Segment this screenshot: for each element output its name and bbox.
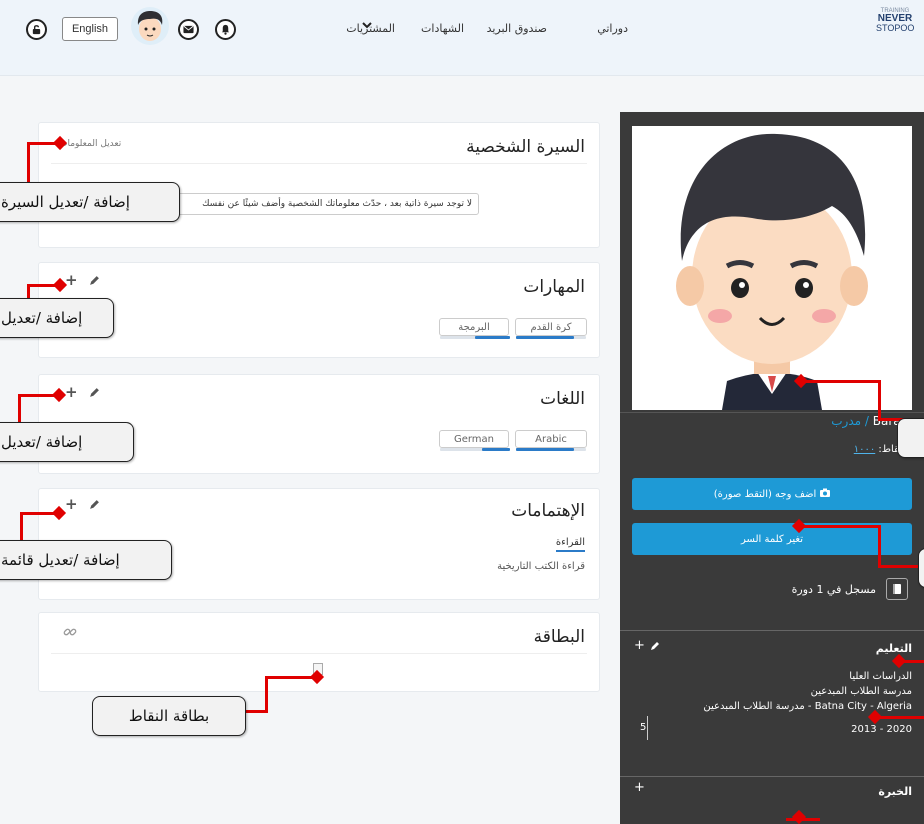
card-title: البطاقة bbox=[533, 627, 585, 647]
chevron-down-icon[interactable] bbox=[362, 20, 372, 33]
skill-pill-programming: البرمجة bbox=[439, 318, 510, 339]
language-level-bar bbox=[516, 448, 574, 451]
avatar[interactable] bbox=[131, 7, 169, 45]
site-logo[interactable]: TRAINING NEVER STOPOO bbox=[876, 8, 914, 33]
edit-icon[interactable] bbox=[89, 275, 100, 289]
divider bbox=[620, 776, 924, 777]
nav-my-courses[interactable]: دوراتي bbox=[597, 22, 628, 35]
nav-mailbox[interactable]: صندوق البريد bbox=[487, 22, 547, 35]
callout-points-card: بطاقة النقاط bbox=[92, 696, 246, 736]
skill-level-bar bbox=[516, 336, 574, 339]
add-icon[interactable]: + bbox=[634, 780, 645, 795]
education-years: 2020 - 2013 bbox=[851, 724, 912, 735]
interests-title: الإهتمامات bbox=[511, 501, 585, 521]
language-select[interactable]: English bbox=[62, 17, 118, 41]
callout-bio: إضافة /تعديل السيرة bbox=[0, 182, 180, 222]
skill-pill-football: كرة القدم bbox=[515, 318, 587, 339]
language-pill-arabic: Arabic bbox=[515, 430, 587, 451]
language-level-bar bbox=[482, 448, 510, 451]
top-header: TRAINING NEVER STOPOO دوراتي صندوق البري… bbox=[0, 0, 924, 76]
edit-icon[interactable] bbox=[89, 387, 100, 401]
education-title: التعليم bbox=[875, 642, 912, 655]
interests-tab-reading[interactable]: القراءة bbox=[555, 537, 585, 552]
bio-title: السيرة الشخصية bbox=[466, 137, 585, 157]
bell-icon[interactable] bbox=[215, 19, 236, 40]
education-entry: الدراسات العليا مدرسة الطلاب المبدعين Ba… bbox=[703, 671, 912, 712]
envelope-icon[interactable] bbox=[178, 19, 199, 40]
interest-item: قراءة الكتب التاريخية bbox=[497, 561, 585, 572]
profile-photo bbox=[632, 126, 912, 410]
add-face-button[interactable]: اضف وجه (التقط صورة) bbox=[632, 478, 912, 510]
level-value: 5 bbox=[640, 722, 647, 733]
divider bbox=[647, 716, 648, 740]
callout-languages: إضافة /تعديل bbox=[0, 422, 134, 462]
book-icon bbox=[886, 578, 908, 600]
add-icon[interactable]: + bbox=[65, 495, 78, 513]
experience-title: الخبرة bbox=[878, 785, 912, 798]
skills-card: المهارات + كرة القدم البرمجة bbox=[38, 262, 600, 358]
callout-sidebar-2 bbox=[918, 548, 924, 588]
nav-certificates[interactable]: الشهادات bbox=[421, 22, 464, 35]
skills-title: المهارات bbox=[523, 277, 585, 297]
add-icon[interactable]: + bbox=[634, 638, 645, 653]
camera-icon bbox=[820, 488, 831, 500]
edit-info-link[interactable]: تعديل المعلومات bbox=[59, 139, 121, 149]
divider bbox=[620, 630, 924, 631]
callout-sidebar-1 bbox=[897, 418, 924, 458]
callout-skills: إضافة /تعديل bbox=[0, 298, 114, 338]
edit-icon[interactable] bbox=[650, 640, 660, 654]
enrolled-count: مسجل في 1 دورة bbox=[791, 583, 876, 596]
languages-title: اللغات bbox=[540, 389, 585, 409]
unlock-icon[interactable] bbox=[26, 19, 47, 40]
bio-empty-message: لا توجد سيرة ذاتية بعد ، حدّث معلوماتك ا… bbox=[149, 193, 479, 215]
language-pill-german: German bbox=[439, 430, 510, 451]
edit-icon[interactable] bbox=[89, 499, 100, 513]
add-icon[interactable]: + bbox=[65, 271, 78, 289]
add-icon[interactable]: + bbox=[65, 383, 78, 401]
callout-interests: إضافة /تعديل قائمة bbox=[0, 540, 172, 580]
skill-level-bar bbox=[475, 336, 510, 339]
link-icon[interactable] bbox=[63, 625, 77, 642]
